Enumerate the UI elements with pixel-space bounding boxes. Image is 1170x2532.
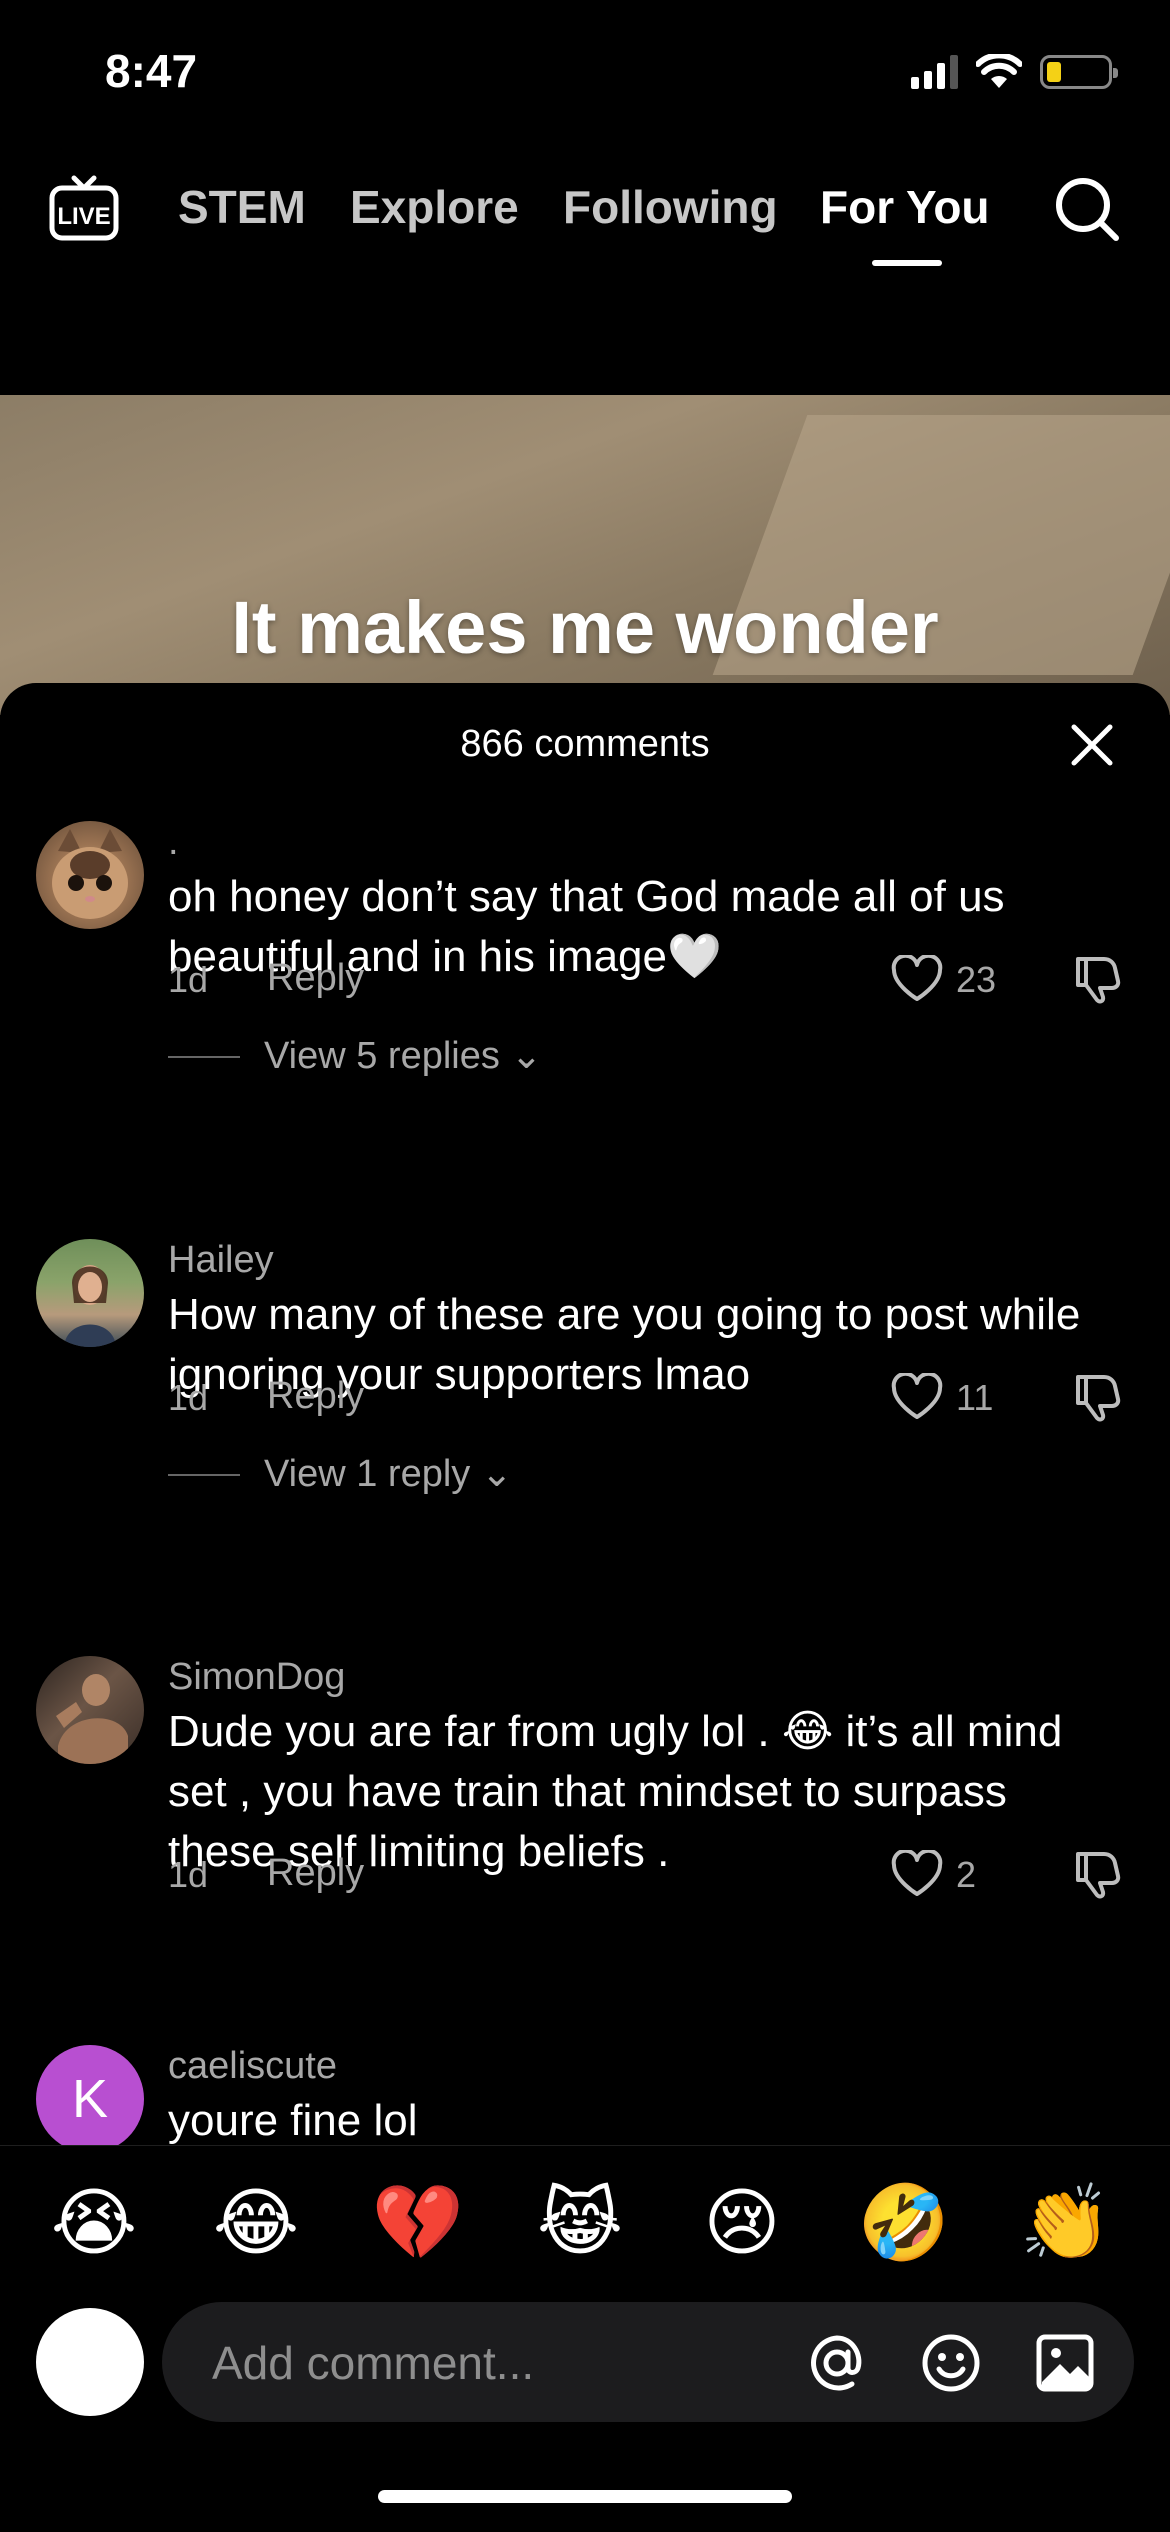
active-tab-indicator [872,260,942,266]
tab-for-you[interactable]: For You [820,180,990,234]
emoji-bar-divider [0,2145,1170,2146]
emoji-picker-icon[interactable] [920,2332,982,2394]
dislike-icon[interactable] [1070,1369,1124,1423]
comment-username[interactable]: SimonDog [168,1656,345,1699]
comment-time: 1d [168,1854,209,1895]
avatar[interactable] [36,821,144,929]
close-icon[interactable] [1070,723,1114,767]
replies-divider [168,1056,240,1058]
status-bar: 8:47 [0,0,1170,140]
like-count: 2 [956,1854,977,1895]
mention-icon[interactable] [806,2332,868,2394]
comments-count-title: 866 comments [460,723,710,765]
video-caption: It makes me wonder [231,586,939,669]
emoji-broken-heart[interactable]: 💔 [368,2178,468,2268]
emoji-clapping[interactable]: 👏 [1016,2178,1116,2268]
top-nav: LIVE STEM Explore Following For You [0,160,1170,270]
wifi-icon [976,54,1022,88]
comment-placeholder: Add comment... [212,2337,535,2389]
view-replies-label: View 5 replies [264,1035,500,1077]
avatar[interactable] [36,1656,144,1764]
comment-username[interactable]: caeliscute [168,2045,337,2088]
comment-item: K caeliscute youre fine lol [0,2045,1170,2145]
live-icon[interactable]: LIVE [48,172,120,244]
chevron-down-icon: ⌄ [510,1035,543,1077]
view-replies-button[interactable]: View 1 reply ⌄ [264,1451,513,1496]
kitten-avatar-image [52,829,128,919]
video-preview[interactable]: It makes me wonder [0,395,1170,715]
emoji-loudly-crying[interactable]: 😭 [44,2178,144,2268]
home-indicator[interactable] [378,2490,792,2503]
heart-icon[interactable] [890,955,944,1003]
reply-button[interactable]: Reply [267,1852,364,1895]
comment-username[interactable]: Hailey [168,1239,274,1282]
status-icons [911,54,1118,90]
cellular-signal-icon [911,55,958,89]
dislike-icon[interactable] [1070,951,1124,1005]
live-label: LIVE [57,203,110,230]
status-time: 8:47 [105,45,198,97]
comment-input[interactable]: Add comment... [162,2302,1134,2422]
emoji-cat-tears-of-joy[interactable]: 😹 [530,2178,630,2268]
tab-explore[interactable]: Explore [350,180,519,234]
comment-username[interactable]: . [168,821,179,864]
comment-time: 1d [168,1377,209,1418]
search-icon[interactable] [1052,174,1122,244]
reply-button[interactable]: Reply [267,957,364,1000]
emoji-rolling-laughing[interactable]: 🤣 [854,2178,954,2268]
like-count: 23 [956,959,997,1000]
image-upload-icon[interactable] [1034,2332,1096,2394]
person-avatar-image [56,1674,128,1764]
replies-divider [168,1474,240,1476]
quick-emoji-bar: 😭 😂 💔 😹 😢 🤣 👏 [0,2178,1170,2268]
avatar[interactable]: K [36,2045,144,2145]
comment-time: 1d [168,959,209,1000]
battery-icon [1040,55,1118,89]
heart-icon[interactable] [890,1850,944,1898]
person-avatar-image [64,1265,116,1347]
chevron-down-icon: ⌄ [480,1453,513,1495]
emoji-crying[interactable]: 😢 [692,2178,792,2268]
comment-text: youre fine lol [168,2096,418,2145]
tab-stem[interactable]: STEM [178,180,306,234]
tab-following[interactable]: Following [563,180,778,234]
like-count: 11 [956,1377,994,1418]
view-replies-button[interactable]: View 5 replies ⌄ [264,1033,542,1078]
current-user-avatar[interactable] [36,2308,144,2416]
reply-button[interactable]: Reply [267,1375,364,1418]
avatar[interactable] [36,1239,144,1347]
dislike-icon[interactable] [1070,1846,1124,1900]
view-replies-label: View 1 reply [264,1453,471,1495]
heart-icon[interactable] [890,1373,944,1421]
emoji-tears-of-joy[interactable]: 😂 [206,2178,306,2268]
